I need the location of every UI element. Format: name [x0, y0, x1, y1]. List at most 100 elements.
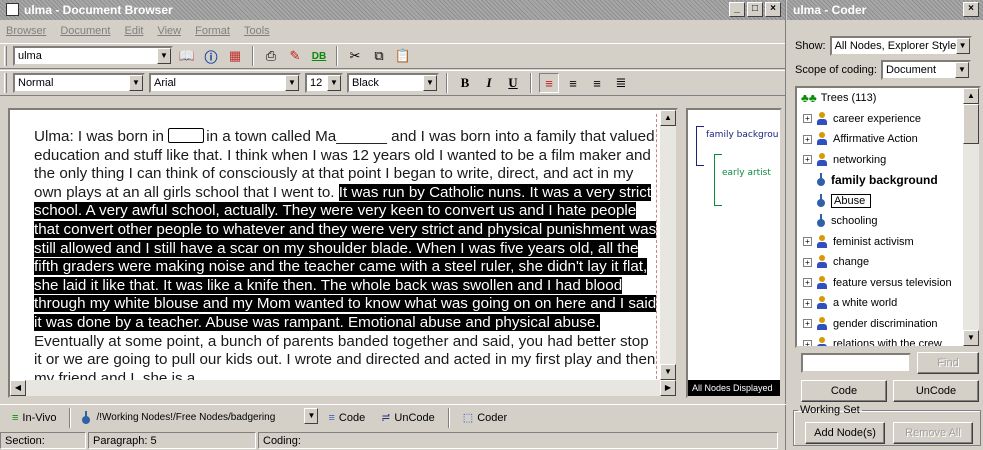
chevron-down-icon[interactable]: ▼ [129, 75, 143, 91]
size-select[interactable]: 12 ▼ [305, 73, 343, 93]
marker-icon[interactable]: ✎ [285, 46, 305, 66]
tree-node[interactable]: family background [797, 170, 979, 191]
coder-uncode-button[interactable]: UnCode [893, 380, 979, 402]
tree-scrollbar[interactable]: ▲ ▼ [963, 88, 979, 346]
chevron-down-icon[interactable]: ▼ [327, 75, 341, 91]
book-icon[interactable]: 📖 [177, 46, 197, 66]
find-button[interactable]: Find [917, 352, 979, 374]
document-text-area[interactable]: Ulma: I was born in in a town called Ma_… [8, 108, 678, 398]
show-select[interactable]: All Nodes, Explorer Style ▼ [829, 36, 972, 56]
maximize-button[interactable]: □ [747, 2, 763, 17]
find-input[interactable] [801, 353, 911, 373]
close-button[interactable]: × [765, 2, 781, 17]
paste-icon[interactable]: 📋 [393, 46, 413, 66]
codebar-uncode-button[interactable]: ≓ UnCode [375, 411, 441, 425]
expand-icon[interactable]: + [803, 114, 812, 124]
expand-icon[interactable]: + [803, 298, 812, 308]
node-list: + career experience + Affirmative Action + ne… [797, 109, 979, 346]
document-select[interactable]: ulma ▼ [13, 46, 173, 66]
style-select[interactable]: Normal ▼ [13, 73, 145, 93]
tree-node[interactable]: + career experience [797, 109, 979, 130]
color-select[interactable]: Black ▼ [347, 73, 439, 93]
document-horizontal-scrollbar[interactable]: ◀ ▶ [10, 380, 676, 396]
menu-view[interactable]: View [157, 21, 181, 41]
document-browser-window: ulma - Document Browser _ □ × Browser Do… [0, 0, 786, 450]
expand-icon[interactable]: + [803, 237, 812, 247]
scroll-right-icon[interactable]: ▶ [660, 380, 676, 396]
palette-icon[interactable]: ▦ [225, 46, 245, 66]
menu-format[interactable]: Format [195, 21, 230, 41]
menu-edit[interactable]: Edit [124, 21, 143, 41]
italic-button[interactable]: I [479, 73, 499, 93]
info-icon[interactable]: ⓘ [201, 46, 221, 66]
expand-icon[interactable]: + [803, 339, 812, 346]
tree-root[interactable]: ♣♣ Trees (113) [797, 88, 979, 109]
tree-node-label[interactable]: Abuse [831, 193, 871, 208]
menu-browser[interactable]: Browser [6, 21, 46, 41]
node-path-select[interactable]: /!Working Nodes!/Free Nodes/badgering ▼ [78, 407, 319, 428]
document-body[interactable]: Ulma: I was born in in a town called Ma_… [34, 128, 660, 388]
tree-node[interactable]: + change [797, 252, 979, 273]
tree-node[interactable]: + a white world [797, 293, 979, 314]
expand-icon[interactable]: + [803, 278, 812, 288]
codebar-code-button[interactable]: ≡ Code [322, 412, 371, 424]
justify-icon[interactable]: ≣ [611, 73, 631, 93]
early-artist-bracket[interactable] [714, 154, 722, 206]
menu-document[interactable]: Document [60, 21, 110, 41]
scroll-up-icon[interactable]: ▲ [660, 110, 676, 126]
scroll-down-icon[interactable]: ▼ [963, 330, 979, 346]
minimize-button[interactable]: _ [729, 2, 745, 17]
selected-passage[interactable]: It was run by Catholic nuns. It was a ve… [34, 183, 657, 331]
node-tree[interactable]: ♣♣ Trees (113) + career experience + Affirma… [795, 86, 981, 348]
scroll-thumb[interactable] [963, 104, 979, 144]
font-select[interactable]: Arial ▼ [149, 73, 301, 93]
align-left-icon[interactable]: ≡ [539, 73, 559, 93]
expand-icon[interactable]: + [803, 319, 812, 329]
margin-label-family[interactable]: family backgrou [706, 130, 778, 140]
margin-label-artist[interactable]: early artist [722, 168, 771, 178]
copy-icon[interactable]: ⧉ [369, 46, 389, 66]
tree-node[interactable]: + Affirmative Action [797, 129, 979, 150]
browser-titlebar[interactable]: ulma - Document Browser _ □ × [0, 0, 785, 20]
remove-all-button[interactable]: Remove All [893, 422, 973, 444]
tree-node[interactable]: + networking [797, 150, 979, 171]
expand-icon[interactable]: + [803, 257, 812, 267]
chevron-down-icon[interactable]: ▼ [954, 62, 969, 78]
chevron-down-icon[interactable]: ▼ [955, 38, 970, 54]
coder-close-button[interactable]: × [963, 2, 979, 17]
tree-node-label: family background [831, 173, 938, 188]
tree-node[interactable]: + feminist activism [797, 232, 979, 253]
scroll-down-icon[interactable]: ▼ [660, 364, 676, 380]
align-center-icon[interactable]: ≡ [563, 73, 583, 93]
scroll-up-icon[interactable]: ▲ [963, 88, 979, 104]
print-icon[interactable]: ⎙ [261, 46, 281, 66]
tree-node[interactable]: Abuse [797, 191, 979, 212]
family-background-bracket[interactable] [696, 126, 704, 166]
menu-tools[interactable]: Tools [244, 21, 270, 41]
open-coder-button[interactable]: ⬚ Coder [457, 411, 513, 425]
chevron-down-icon[interactable]: ▼ [304, 407, 319, 424]
coder-titlebar[interactable]: ulma - Coder × [787, 0, 983, 20]
expand-icon[interactable]: + [803, 155, 812, 165]
db-button[interactable]: DB [309, 46, 329, 66]
tree-node[interactable]: + relations with the crew [797, 334, 979, 346]
chevron-down-icon[interactable]: ▼ [285, 75, 299, 91]
align-right-icon[interactable]: ≡ [587, 73, 607, 93]
invivo-button[interactable]: ≡ In-Vivo [6, 412, 62, 424]
color-select-value: Black [352, 77, 379, 89]
tree-node[interactable]: + feature versus television [797, 273, 979, 294]
underline-button[interactable]: U [503, 73, 523, 93]
chevron-down-icon[interactable]: ▼ [157, 48, 171, 64]
coder-code-button[interactable]: Code [801, 380, 887, 402]
chevron-down-icon[interactable]: ▼ [423, 75, 437, 91]
node-path-value: /!Working Nodes!/Free Nodes/badgering [96, 412, 276, 423]
scroll-left-icon[interactable]: ◀ [10, 380, 26, 396]
document-vertical-scrollbar[interactable]: ▲ ▼ [660, 110, 676, 380]
add-nodes-button[interactable]: Add Node(s) [805, 422, 885, 444]
tree-node[interactable]: schooling [797, 211, 979, 232]
bold-button[interactable]: B [455, 73, 475, 93]
tree-node[interactable]: + gender discrimination [797, 314, 979, 335]
cut-icon[interactable]: ✂ [345, 46, 365, 66]
scope-select[interactable]: Document ▼ [880, 60, 971, 80]
expand-icon[interactable]: + [803, 134, 812, 144]
